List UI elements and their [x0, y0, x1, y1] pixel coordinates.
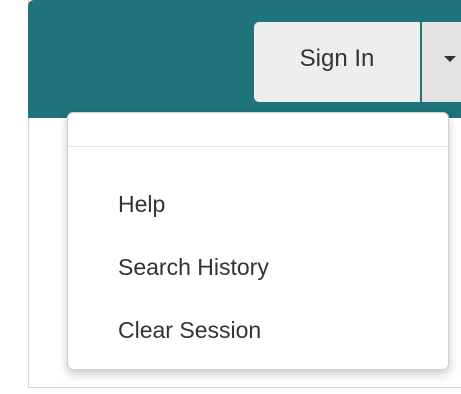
account-dropdown-menu: Help Search History Clear Session: [67, 112, 449, 370]
caret-down-icon: [443, 56, 456, 62]
sign-in-button[interactable]: Sign In: [254, 22, 420, 102]
header-bar: Sign In: [28, 0, 461, 118]
dropdown-menu-list: Help Search History Clear Session: [68, 179, 448, 368]
sign-in-button-group: Sign In: [254, 22, 461, 102]
menu-item-help[interactable]: Help: [68, 179, 448, 242]
dropdown-toggle-button[interactable]: [422, 22, 461, 102]
menu-item-search-history[interactable]: Search History: [68, 242, 448, 305]
menu-item-clear-session[interactable]: Clear Session: [68, 305, 448, 368]
menu-divider: [68, 146, 448, 147]
